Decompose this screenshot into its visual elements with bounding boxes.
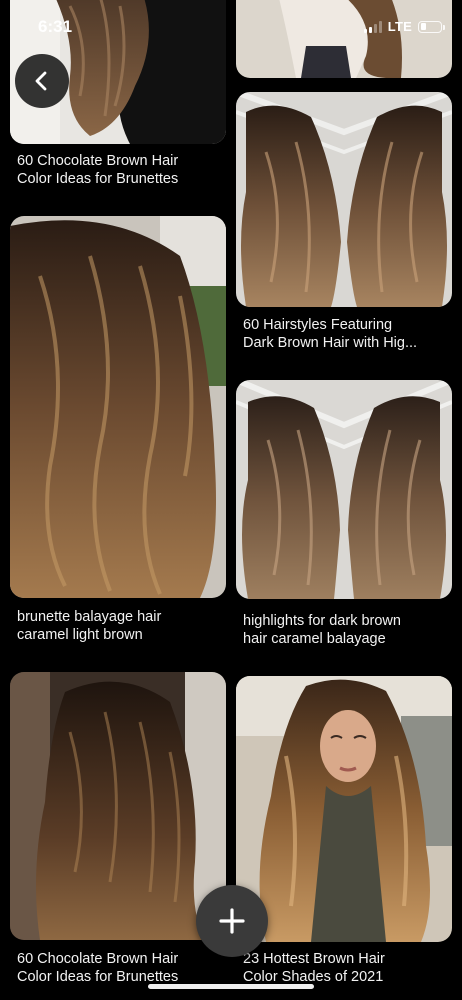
pin-title: 23 Hottest Brown Hair Color Shades of 20… [243,951,385,985]
pin-title: brunette balayage hair caramel light bro… [17,609,162,643]
pin-image-highlights-caramel[interactable] [236,380,452,599]
home-indicator[interactable] [148,984,314,989]
pin-image-brunette-balayage[interactable] [10,216,226,598]
pin-image-dark-brown-highlights[interactable] [236,92,452,307]
chevron-left-icon [35,71,47,91]
hair-photo [10,216,226,598]
add-button[interactable] [196,885,268,957]
pin-title: 60 Chocolate Brown Hair Color Ideas for … [17,951,179,985]
hair-photo [236,92,452,307]
status-time: 6:31 [38,17,73,36]
plus-icon [219,908,245,934]
status-indicators: LTE [363,19,445,34]
pin-image-hottest-brown[interactable] [236,676,452,942]
hair-photo [236,0,452,78]
back-button[interactable] [15,54,69,108]
pin-title: highlights for dark brown hair caramel b… [243,613,401,647]
network-type: LTE [387,19,412,34]
hair-photo [236,676,452,942]
signal-icon [363,20,382,33]
pin-image-chocolate-brown-2[interactable] [10,672,226,940]
pin-title: 60 Chocolate Brown Hair Color Ideas for … [17,153,179,187]
hair-photo [10,672,226,940]
pin-title: 60 Hairstyles Featuring Dark Brown Hair … [243,317,418,351]
pin-image-partial-top[interactable] [236,0,452,78]
hair-photo [236,380,452,599]
battery-icon [418,20,445,33]
